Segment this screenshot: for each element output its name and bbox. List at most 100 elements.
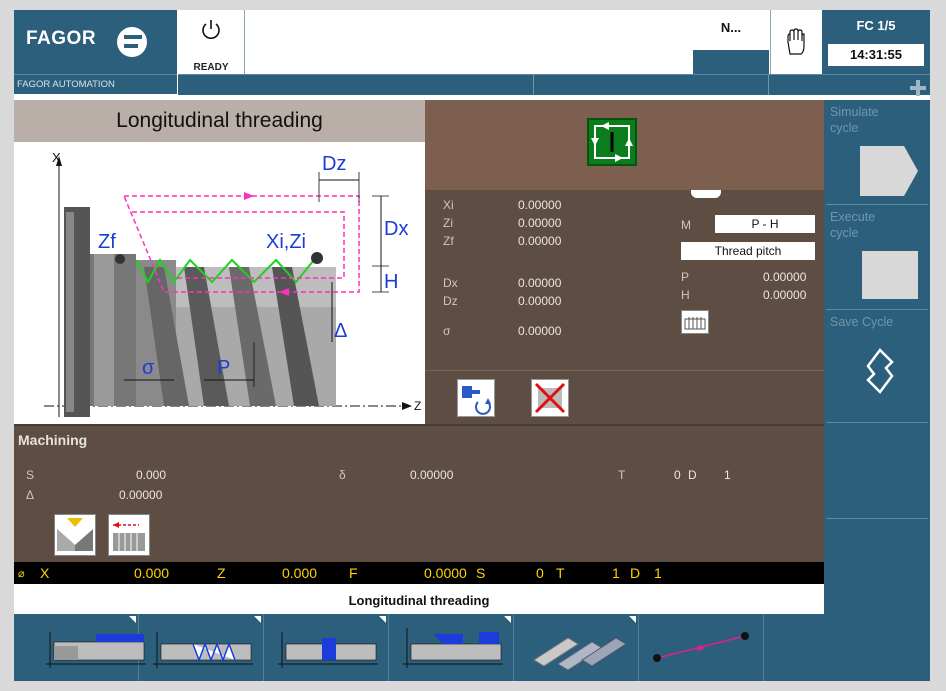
softkey-turning[interactable] [14,614,146,681]
fc-label: FC 1/5 [856,18,896,33]
delta-label: Δ [334,320,347,342]
thread-diagram: X Z Dz Dx H Zf Xi,Zi Δ σ P [14,142,425,424]
softkey-threading[interactable] [139,614,264,681]
submenu-corner-icon [629,616,636,623]
grooving-cycle-icon [278,632,378,668]
program-number-box: N... [693,10,769,74]
clock: 14:31:55 [828,44,924,66]
thread-diagram-drawing: X Z Dz Dx H Zf Xi,Zi Δ σ P [44,150,421,417]
p-value[interactable]: 0.00000 [763,270,806,284]
dx-label: Dx [384,218,408,240]
coord-t-label: T [556,565,565,581]
hand-icon [787,28,805,55]
small-delta-value[interactable]: 0.00000 [410,468,453,482]
coolant-off-button[interactable] [531,379,569,417]
p-param-label: P [681,270,690,284]
thread-exit-icon [113,522,145,551]
cycle-arrows-icon [591,122,633,162]
cycle-level-button[interactable] [587,118,637,166]
softkey-position[interactable] [639,614,764,681]
small-delta-label: δ [339,468,346,482]
dz-label: Dz [322,153,346,175]
coolant-off-icon [534,382,566,414]
delta-value[interactable]: 0.00000 [119,488,162,502]
fagor-emblem-icon [117,27,147,57]
submenu-corner-icon [129,616,136,623]
thread-type-icon[interactable] [681,310,709,334]
h-label: H [384,271,398,293]
diameter-icon: ⌀ [18,568,25,580]
softkey-empty-4[interactable] [826,423,928,519]
cycle-title: Longitudinal threading [14,100,425,142]
execute-cycle-label: Execute cycle [830,210,876,240]
spindle-rotation-button[interactable] [457,379,495,417]
machining-panel: Machining S 0.000 Δ 0.00000 δ 0.00000 T … [14,424,824,564]
brand-name: FAGOR [26,28,97,49]
zi-label: Zi [443,216,453,230]
execute-cycle-button[interactable]: Execute cycle [826,205,928,310]
drilling-tools-icon [533,637,627,670]
s-value[interactable]: 0.000 [136,468,166,482]
softkey-empty[interactable] [764,614,930,681]
submenu-corner-icon [254,616,261,623]
status-indicator: READY [178,10,245,74]
dx-value[interactable]: 0.00000 [518,276,561,290]
header-subbar [178,74,930,95]
simulate-cycle-button[interactable]: Simulate cycle [826,100,928,205]
xi-zi-point [311,252,323,264]
dz-value[interactable]: 0.00000 [518,294,561,308]
h-value[interactable]: 0.00000 [763,288,806,302]
thread-exit-button[interactable] [108,514,150,556]
profile-cycle-icon [403,628,503,668]
manual-mode-box[interactable] [770,10,822,74]
save-cycle-button[interactable]: Save Cycle [826,310,928,423]
infeed-type-button[interactable] [54,514,96,556]
coord-d-label: D [630,565,641,581]
sigma-label: σ [142,357,155,379]
submenu-corner-icon [379,616,386,623]
softkey-drilling[interactable] [514,614,639,681]
coord-d-value: 1 [654,565,662,581]
d-value[interactable]: 1 [724,468,731,482]
position-strip: ⌀ X 0.000 Z 0.000 F 0.0000 S 0 T 1 D 1 [14,562,824,584]
threading-cycle-icon [153,632,253,668]
z-axis-label: Z [414,399,421,413]
simulate-arrow-icon [860,146,918,196]
thread-mode-selector[interactable]: Thread pitch [681,242,815,260]
p-label: P [217,357,230,379]
coord-s-value: 0 [536,565,544,581]
top-partial-icon [691,190,721,198]
m-value[interactable]: P - H [715,215,815,233]
softkey-grooving[interactable] [264,614,389,681]
dx-param-label: Dx [443,276,458,290]
d-label: D [688,468,697,482]
zi-value[interactable]: 0.00000 [518,216,561,230]
sigma-value[interactable]: 0.00000 [518,324,561,338]
coord-f-value: 0.0000 [424,565,467,581]
coord-z-value: 0.000 [282,565,318,581]
z-axis-arrow [402,402,412,410]
xi-value[interactable]: 0.00000 [518,198,561,212]
xi-zi-label: Xi,Zi [266,231,306,253]
vertical-softkeys: Simulate cycle Execute cycle Save Cycle [824,100,930,614]
horizontal-softkeys [14,614,930,681]
message-area [245,10,692,74]
zf-param-label: Zf [443,234,454,248]
zf-value[interactable]: 0.00000 [518,234,561,248]
t-value[interactable]: 0 [674,468,681,482]
sigma-param-label: σ [443,324,451,338]
plus-icon[interactable] [910,80,926,96]
subbar-divider [768,75,769,95]
thread-comb-icon [684,317,706,330]
softkey-empty-5[interactable] [826,519,928,614]
fc-box: FC 1/5 14:31:55 [822,10,930,74]
status-text: READY [193,62,229,73]
coord-t-value: 1 [612,565,620,581]
fagor-logo: FAGOR [14,10,177,74]
submenu-corner-icon [504,616,511,623]
cycle-name-footer: Longitudinal threading [14,584,824,614]
simulate-cycle-label: Simulate cycle [830,105,879,135]
softkey-profile[interactable] [389,614,514,681]
turning-cycle-icon [46,632,146,668]
s-label: S [26,468,35,482]
